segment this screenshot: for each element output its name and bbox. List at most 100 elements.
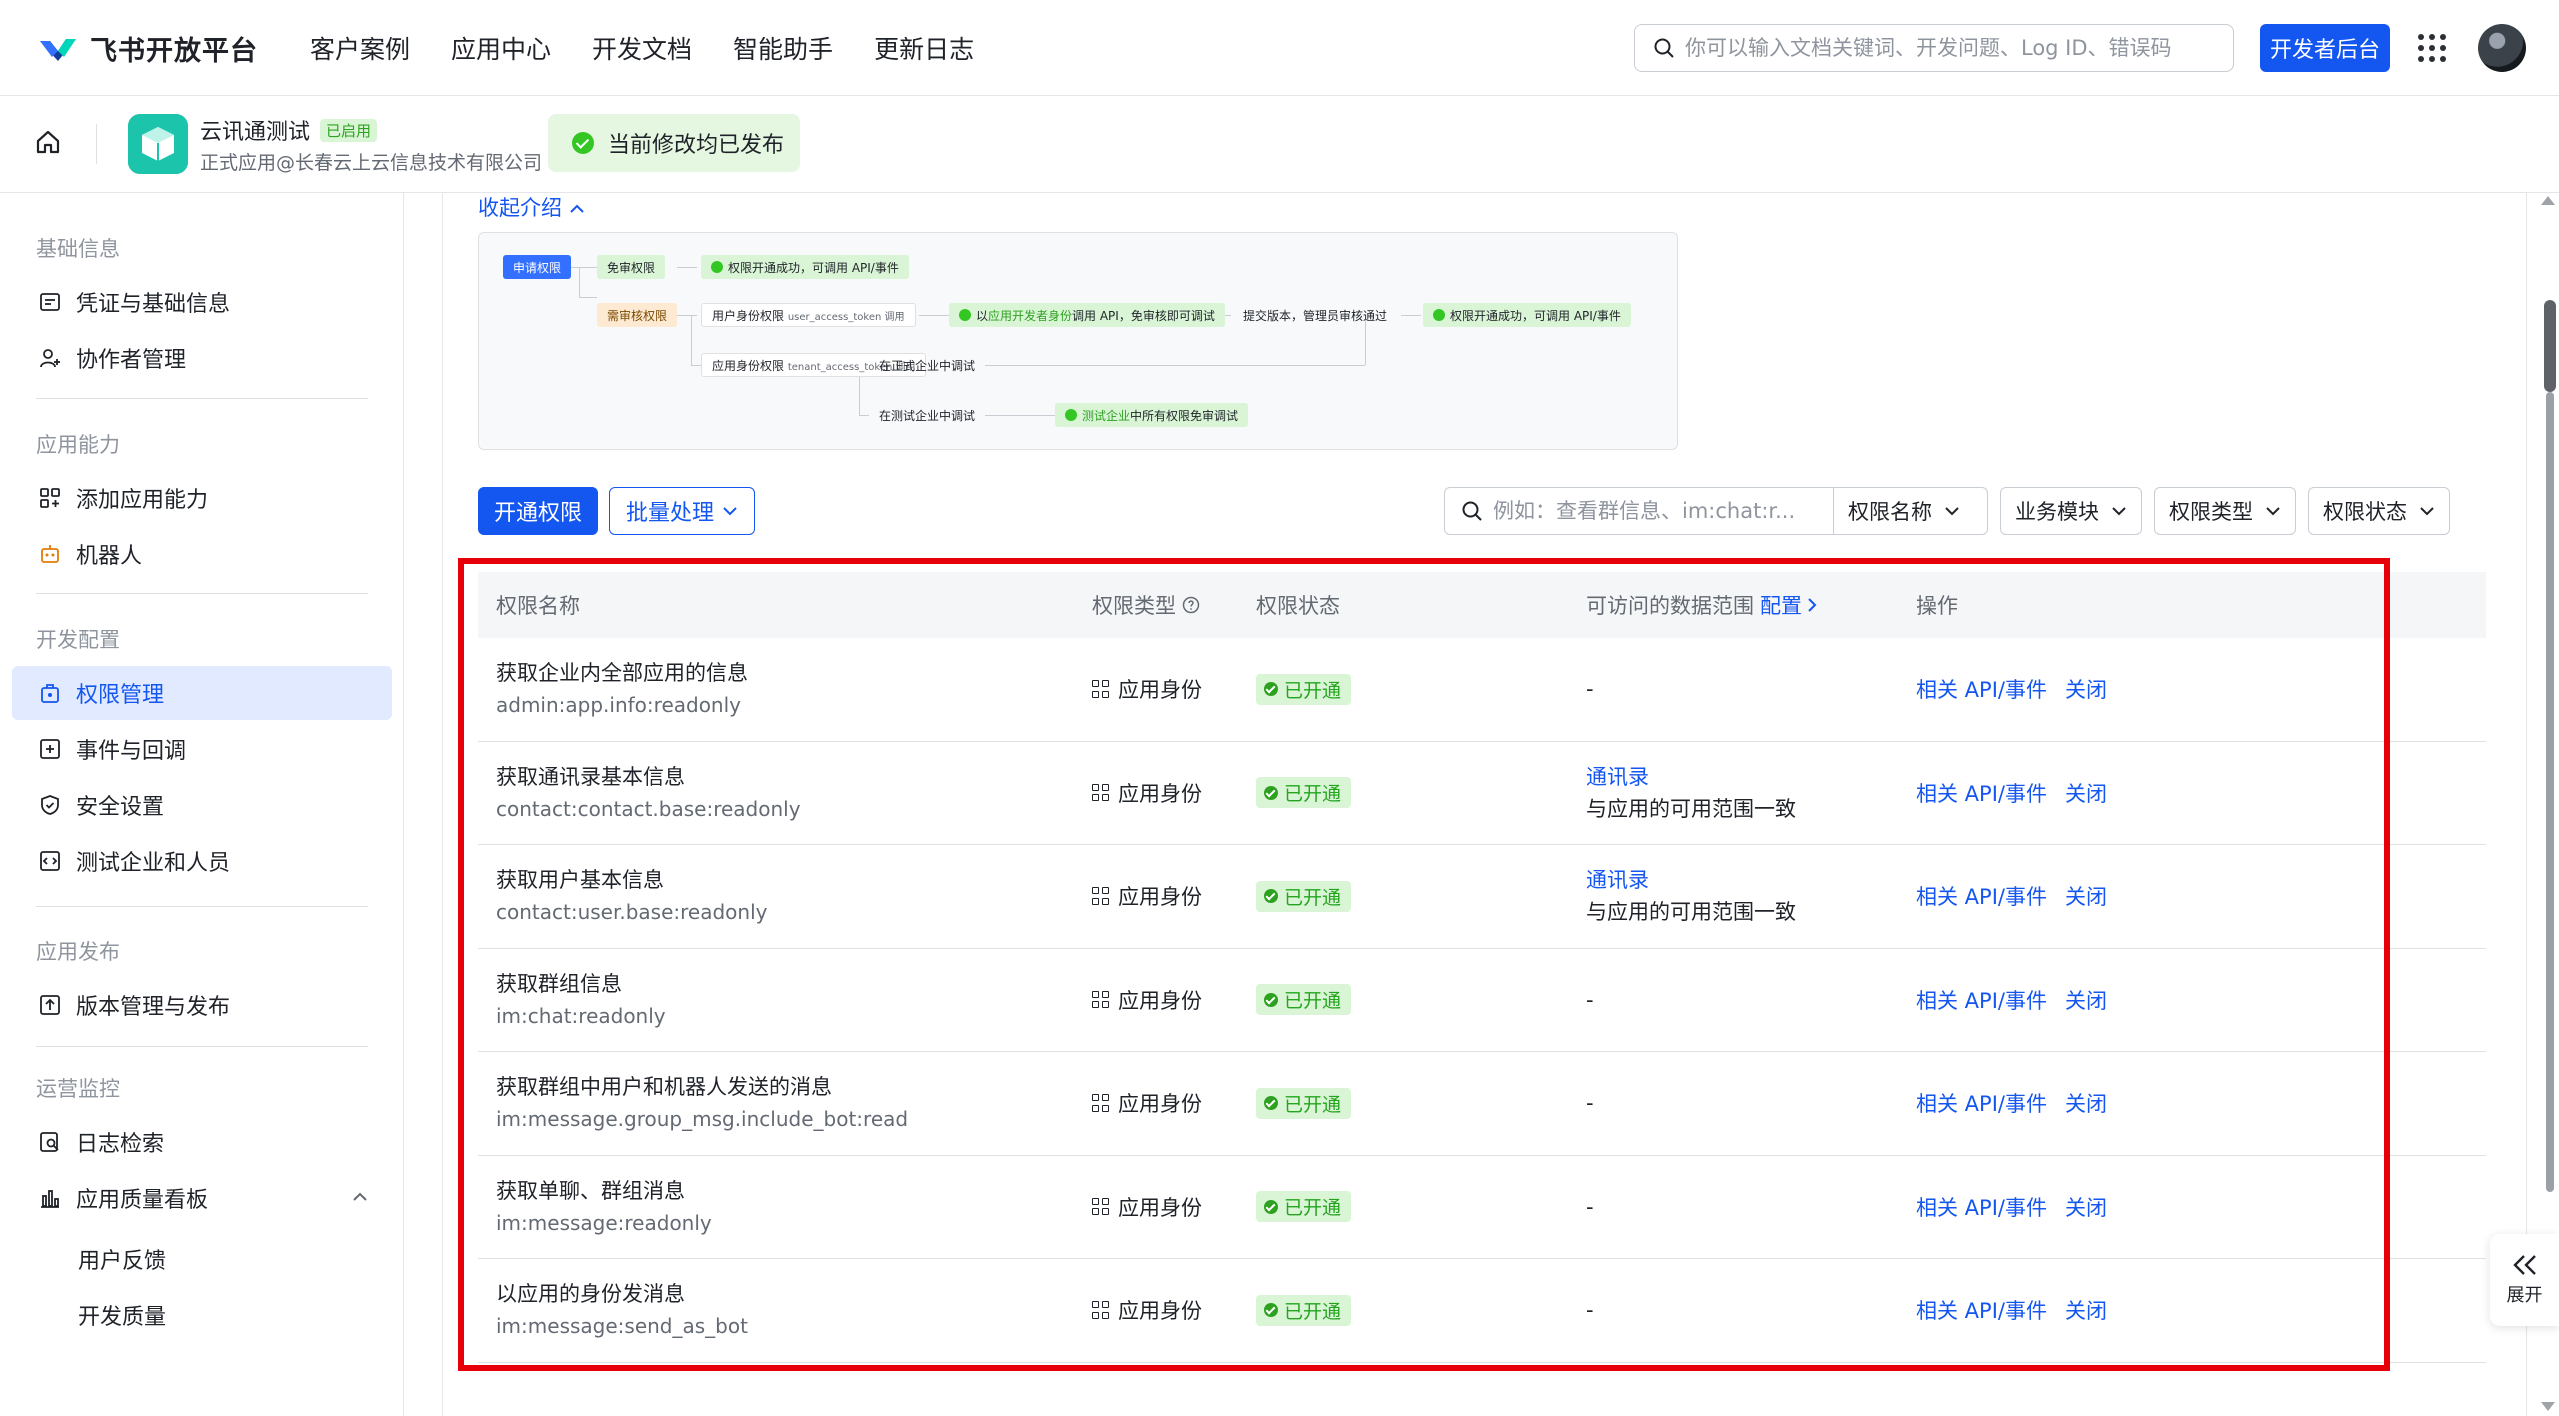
filter-by-module[interactable]: 业务模块	[2000, 487, 2142, 535]
related-api-link[interactable]: 相关 API/事件	[1916, 1092, 2047, 1116]
flow-user-token: user_access_token 调用	[787, 311, 905, 323]
nav-link-assistant[interactable]: 智能助手	[733, 30, 833, 66]
developer-console-button[interactable]: 开发者后台	[2260, 24, 2390, 72]
sidebar-subitem-feedback[interactable]: 用户反馈	[78, 1243, 166, 1275]
scope-link[interactable]: 通讯录	[1586, 761, 1796, 793]
scope-cell: 通讯录 与应用的可用范围一致	[1586, 761, 1796, 825]
table-row: 获取单聊、群组消息 im:message:readonly 应用身份 已开通 - 相关 A…	[478, 1156, 2486, 1259]
perm-type: 应用身份	[1118, 678, 1202, 703]
home-icon[interactable]	[34, 128, 62, 156]
flow-dev-call: 以应用开发者身份 调用 API，免审核即可调试	[949, 303, 1225, 327]
collapse-intro-link[interactable]: 收起介绍	[478, 192, 585, 222]
actions-cell: 相关 API/事件 关闭	[1916, 1192, 2107, 1222]
help-circle-icon[interactable]	[1182, 596, 1200, 614]
flow-free-result: 权限开通成功，可调用 API/事件	[701, 255, 909, 279]
expand-panel-button[interactable]: 展开	[2490, 1234, 2559, 1326]
check-circle-icon	[1264, 992, 1278, 1007]
filter-label: 权限状态	[2323, 500, 2407, 524]
sidebar-item-security[interactable]: 安全设置	[12, 778, 392, 832]
related-api-link[interactable]: 相关 API/事件	[1916, 989, 2047, 1013]
status-text: 已开通	[1284, 1197, 1342, 1220]
nav-link-app-center[interactable]: 应用中心	[451, 30, 551, 66]
sidebar-item-label: 权限管理	[76, 683, 165, 708]
global-search[interactable]	[1634, 24, 2234, 72]
perm-name-cell: 获取企业内全部应用的信息 admin:app.info:readonly	[496, 657, 748, 721]
nav-link-changelog[interactable]: 更新日志	[874, 30, 974, 66]
check-circle-icon	[1264, 682, 1278, 697]
user-avatar[interactable]	[2478, 24, 2526, 72]
actions-cell: 相关 API/事件 关闭	[1916, 985, 2107, 1015]
app-grid-icon	[1092, 1301, 1110, 1319]
filter-by-name[interactable]: 权限名称	[1834, 487, 1988, 535]
close-permission-link[interactable]: 关闭	[2065, 885, 2107, 909]
filter-label: 权限名称	[1848, 500, 1932, 524]
sidebar-item-log-search[interactable]: 日志检索	[12, 1115, 392, 1169]
chevron-down-icon	[1945, 507, 1959, 516]
flow-app-perm-label: 应用身份权限	[712, 358, 785, 373]
perm-code: contact:contact.base:readonly	[496, 796, 801, 821]
scroll-down-arrow[interactable]	[2541, 1402, 2555, 1411]
close-permission-link[interactable]: 关闭	[2065, 782, 2107, 806]
id-card-icon	[40, 293, 60, 311]
perm-type-cell: 应用身份	[1092, 778, 1202, 808]
permission-search-input[interactable]	[1493, 499, 1813, 523]
filter-by-status[interactable]: 权限状态	[2308, 487, 2450, 535]
related-api-link[interactable]: 相关 API/事件	[1916, 678, 2047, 702]
nav-link-cases[interactable]: 客户案例	[310, 30, 410, 66]
divider	[96, 124, 97, 164]
app-grid-icon	[1092, 990, 1110, 1009]
perm-name-cell: 获取群组信息 im:chat:readonly	[496, 968, 666, 1032]
sidebar-divider	[36, 906, 368, 907]
scroll-up-arrow[interactable]	[2541, 196, 2555, 205]
open-permission-button[interactable]: 开通权限	[478, 487, 598, 535]
app-launcher-icon[interactable]	[2418, 34, 2446, 62]
close-permission-link[interactable]: 关闭	[2065, 678, 2107, 702]
perm-status-cell: 已开通	[1256, 777, 1352, 809]
chevron-up-icon[interactable]	[352, 1191, 368, 1203]
filter-by-type[interactable]: 权限类型	[2154, 487, 2296, 535]
permission-search[interactable]	[1444, 487, 1834, 535]
close-permission-link[interactable]: 关闭	[2065, 1196, 2107, 1220]
sidebar-item-permissions[interactable]: 权限管理	[12, 666, 392, 720]
sidebar-item-versions[interactable]: 版本管理与发布	[12, 978, 392, 1032]
sidebar-item-events[interactable]: 事件与回调	[12, 722, 392, 776]
sidebar-item-test-tenants[interactable]: 测试企业和人员	[12, 834, 392, 888]
scope-config-link[interactable]: 配置	[1760, 590, 1802, 620]
perm-status-cell: 已开通	[1256, 673, 1352, 705]
chevron-down-icon	[723, 507, 737, 516]
status-text: 已开通	[1284, 1093, 1342, 1116]
related-api-link[interactable]: 相关 API/事件	[1916, 782, 2047, 806]
main-nav: 客户案例 应用中心 开发文档 智能助手 更新日志	[310, 30, 1015, 66]
perm-name-cell: 获取群组中用户和机器人发送的消息 im:message.group_msg.inc…	[496, 1071, 908, 1135]
scope-link[interactable]: 通讯录	[1586, 864, 1796, 896]
related-api-link[interactable]: 相关 API/事件	[1916, 1299, 2047, 1323]
sidebar-subitem-dev-quality[interactable]: 开发质量	[78, 1299, 166, 1331]
batch-action-button[interactable]: 批量处理	[609, 487, 755, 535]
sidebar-item-quality-board[interactable]: 应用质量看板	[12, 1171, 392, 1225]
check-circle-icon	[1264, 889, 1278, 904]
perm-code: im:message:readonly	[496, 1210, 712, 1235]
sidebar-item-collaborators[interactable]: 协作者管理	[12, 331, 392, 385]
scrollbar-track[interactable]	[2546, 392, 2554, 1192]
global-search-input[interactable]	[1685, 36, 2225, 60]
sidebar-item-credentials[interactable]: 凭证与基础信息	[12, 275, 392, 329]
close-permission-link[interactable]: 关闭	[2065, 1092, 2107, 1116]
code-icon	[40, 851, 60, 871]
scope-cell: 通讯录 与应用的可用范围一致	[1586, 864, 1796, 928]
perm-type-cell: 应用身份	[1092, 1295, 1202, 1325]
related-api-link[interactable]: 相关 API/事件	[1916, 1196, 2047, 1220]
flow-submit: 提交版本，管理员审核通过	[1243, 308, 1388, 323]
related-api-link[interactable]: 相关 API/事件	[1916, 885, 2047, 909]
upload-icon	[40, 995, 60, 1015]
close-permission-link[interactable]: 关闭	[2065, 1299, 2107, 1323]
scrollbar-thumb[interactable]	[2544, 300, 2556, 392]
sidebar-item-label: 应用质量看板	[76, 1188, 209, 1213]
nav-link-docs[interactable]: 开发文档	[592, 30, 692, 66]
actions-cell: 相关 API/事件 关闭	[1916, 881, 2107, 911]
close-permission-link[interactable]: 关闭	[2065, 989, 2107, 1013]
app-logo-icon	[128, 114, 188, 174]
chevron-up-icon	[569, 204, 584, 213]
sidebar-item-add-capability[interactable]: 添加应用能力	[12, 471, 392, 525]
sidebar-item-bot[interactable]: 机器人	[12, 527, 392, 581]
brand[interactable]: 飞书开放平台	[36, 28, 258, 68]
